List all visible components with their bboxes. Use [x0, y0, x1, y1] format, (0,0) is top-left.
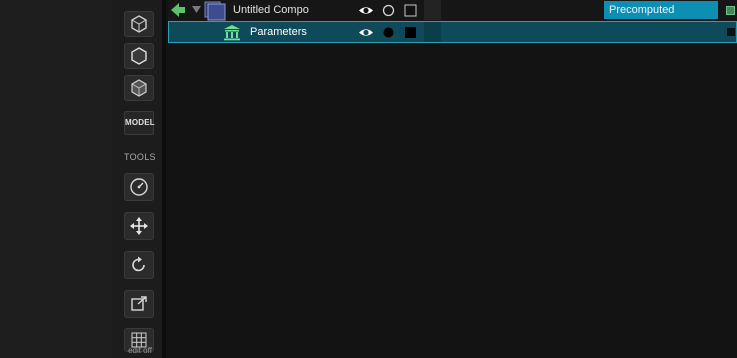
type-badge: Precomputed — [604, 1, 718, 19]
back-arrow-icon[interactable] — [170, 2, 186, 18]
tool-rotate-button[interactable] — [124, 251, 154, 279]
lock-square-icon[interactable] — [404, 4, 417, 17]
layer-name[interactable]: Untitled Compo — [233, 4, 309, 16]
solo-dot-icon[interactable] — [382, 26, 395, 39]
parameters-icon — [224, 25, 240, 41]
tools-label: TOOLS — [124, 152, 156, 162]
layer-row-compo[interactable]: Untitled Compo Precomputed — [168, 0, 737, 21]
panel-divider[interactable] — [162, 0, 166, 358]
layer-name[interactable]: Parameters — [250, 26, 307, 38]
layer-row-parameters[interactable]: Parameters — [168, 21, 737, 43]
cube-wire-icon — [131, 79, 147, 97]
cube-solid-icon — [131, 47, 147, 65]
compass-icon — [130, 178, 148, 196]
move-icon — [130, 217, 148, 235]
edit-off-label: edit off — [128, 346, 152, 355]
layer-switch-cell[interactable] — [424, 0, 441, 20]
rotate-icon — [132, 256, 145, 272]
tool-move-button[interactable] — [124, 212, 154, 240]
cube-outline-icon — [131, 15, 147, 33]
left-panel — [0, 0, 112, 358]
layer-switch-cell[interactable] — [424, 22, 441, 42]
layer-color-swatch[interactable] — [726, 6, 735, 15]
precomp-layer-icon — [204, 1, 226, 21]
model-view-solid-button[interactable] — [124, 43, 154, 69]
model-view-outline-button[interactable] — [124, 11, 154, 37]
tool-scale-button[interactable] — [124, 290, 154, 318]
model-button[interactable]: MODEL — [124, 111, 155, 135]
solo-circle-icon[interactable] — [382, 4, 395, 17]
model-view-wire-button[interactable] — [124, 75, 154, 101]
lock-square-icon[interactable] — [404, 26, 417, 39]
layer-color-swatch[interactable] — [727, 28, 735, 36]
chevron-down-icon[interactable] — [192, 6, 201, 14]
eye-icon[interactable] — [358, 27, 374, 38]
eye-icon[interactable] — [358, 5, 374, 16]
scale-icon — [131, 296, 147, 311]
tool-compass-button[interactable] — [124, 173, 154, 201]
